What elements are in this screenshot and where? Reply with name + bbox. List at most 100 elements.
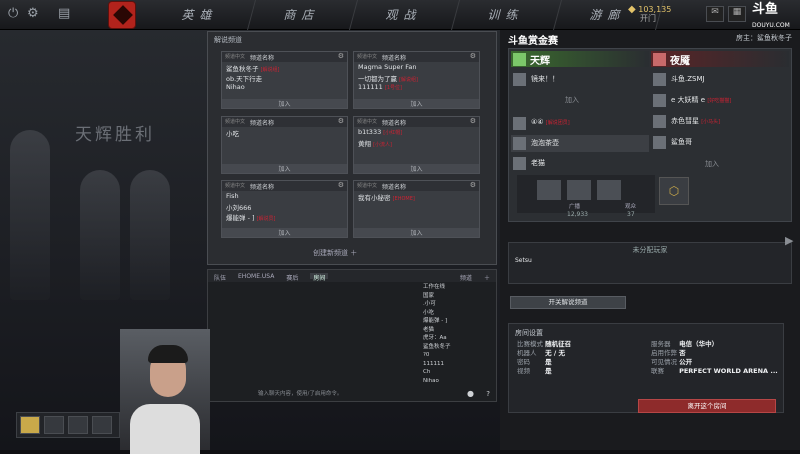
chevron-right-icon[interactable]: ▶ bbox=[785, 234, 793, 247]
dire-header: 夜魇 bbox=[651, 51, 789, 67]
channel-member: b1t333 [小红帽] bbox=[358, 128, 403, 136]
tab-room[interactable]: 房间 bbox=[310, 273, 329, 282]
channel-member: 小吃 bbox=[226, 130, 239, 138]
nav-store[interactable]: 商店 bbox=[247, 0, 359, 30]
join-dire[interactable]: 加入 bbox=[705, 159, 719, 169]
gear-icon[interactable]: ⚙ bbox=[338, 52, 344, 60]
settings-left: 比赛模式 随机征召 机器人 无 / 无 密码 是 视频 是 bbox=[517, 340, 572, 375]
player-slot[interactable]: e 大妖精 e [好吃猫猫] bbox=[651, 92, 789, 109]
spectator-count: 37 bbox=[627, 211, 635, 218]
gear-icon[interactable]: ⚙ bbox=[338, 181, 344, 189]
slot-icon[interactable] bbox=[92, 416, 112, 434]
channel-member: 一切都为了赢 [解说组] bbox=[358, 75, 418, 83]
create-channel-button[interactable]: 创建新频道 ＋ bbox=[313, 248, 357, 258]
join-button[interactable]: 加入 bbox=[354, 164, 479, 173]
tab-ehome[interactable]: EHOME.USA bbox=[238, 273, 274, 280]
join-button[interactable]: 加入 bbox=[354, 99, 479, 108]
slot-icon[interactable] bbox=[567, 180, 591, 200]
help-icon[interactable]: ? bbox=[486, 390, 490, 398]
list-item: 虎牙：Aa bbox=[423, 335, 447, 341]
channel-member: 爆能弹 - ] [解说员] bbox=[226, 214, 276, 222]
join-radiant[interactable]: 加入 bbox=[565, 95, 579, 105]
gear-icon[interactable]: ⚙ bbox=[338, 117, 344, 125]
player-slot[interactable]: Setsu bbox=[515, 257, 532, 264]
power-icon[interactable]: ⏻ bbox=[8, 6, 18, 21]
player-slot[interactable]: 老猫 bbox=[511, 155, 649, 172]
channel-member: 111111 [1号位] bbox=[358, 83, 402, 91]
emoji-icon[interactable]: ● bbox=[467, 389, 474, 398]
channel-card: 频道中文 频道名称 ⚙ 小吃 加入 bbox=[221, 116, 348, 174]
channel-member: Nihao bbox=[226, 83, 245, 91]
list-item: Ch bbox=[423, 369, 431, 375]
gear-icon[interactable]: ⚙ bbox=[470, 181, 476, 189]
list-item: 工作在线 bbox=[423, 284, 446, 290]
slot-icon[interactable] bbox=[597, 180, 621, 200]
lobby-panel: 斗鱼赏金赛 房主：鲨鱼秋冬子 天辉 夜魇 镜来！！ 加入 ④④ [解说团员] 泡… bbox=[500, 30, 800, 450]
player-slot[interactable]: 赤色彗星 [小马头] bbox=[651, 113, 789, 130]
chat-tabs: 队伍 EHOME.USA 赛后 房间 频道 ＋ bbox=[208, 270, 496, 282]
join-button[interactable]: 加入 bbox=[222, 164, 347, 173]
channel-card: 频道中文 频道名称 ⚙ Fish 小刘666 爆能弹 - ] [解说员] 加入 bbox=[221, 180, 348, 238]
channel-member: 鲨鱼秋冬子 [解说组] bbox=[226, 65, 280, 73]
channel-member: ob.天下行走 bbox=[226, 75, 263, 83]
tab-team[interactable]: 队伍 bbox=[214, 273, 226, 282]
add-icon[interactable]: ＋ bbox=[484, 273, 490, 282]
streamer-body bbox=[130, 404, 200, 454]
nav-learn[interactable]: 训练 bbox=[451, 0, 563, 30]
nav-watch[interactable]: 观战 bbox=[349, 0, 461, 30]
slot-icon[interactable] bbox=[68, 416, 88, 434]
hero-figure bbox=[80, 170, 120, 300]
list-item: Nihao bbox=[423, 377, 439, 384]
gear-icon[interactable]: ⚙ bbox=[470, 117, 476, 125]
list-item: 国家 bbox=[423, 292, 435, 299]
channel-member: Magma Super Fan bbox=[358, 63, 417, 71]
settings-right: 服务器 电信（华中） 启用作弊 否 可见情况 公开 联赛 PERFECT WOR… bbox=[651, 340, 778, 375]
lobby-title: 斗鱼赏金赛 bbox=[508, 36, 558, 47]
radiant-header: 天辉 bbox=[511, 51, 649, 67]
list-item: 爆能弹 - ] bbox=[423, 318, 448, 324]
list-item: 老猫 bbox=[423, 326, 435, 333]
dota-logo[interactable] bbox=[108, 1, 136, 29]
dire-icon bbox=[653, 53, 666, 66]
player-slot[interactable]: 斗鱼.ZSMJ bbox=[651, 71, 789, 88]
streamer-hair bbox=[148, 345, 188, 363]
mail-icon[interactable]: ✉ bbox=[706, 6, 724, 22]
lobby-owner: 房主：鲨鱼秋冬子 bbox=[736, 34, 792, 42]
leave-room-button[interactable]: 离开这个房间 bbox=[638, 399, 776, 413]
channel-member: 黄翔 [小流人] bbox=[358, 140, 392, 148]
join-button[interactable]: 加入 bbox=[222, 228, 347, 237]
player-slot[interactable]: 镜来！！ bbox=[511, 71, 649, 88]
toggle-broadcast-button[interactable]: 开关解说频道 bbox=[510, 296, 626, 309]
minimap-tray bbox=[16, 412, 120, 438]
menu-icon[interactable]: ▤ bbox=[58, 6, 70, 21]
nav-heroes[interactable]: 英雄 bbox=[145, 0, 257, 30]
channel-card: 频道中文 频道名称 ⚙ b1t333 [小红帽] 黄翔 [小流人] 加入 bbox=[353, 116, 480, 174]
player-slot[interactable]: 鲨鱼哥 bbox=[651, 134, 789, 151]
streamer-webcam bbox=[120, 329, 210, 454]
join-button[interactable]: 加入 bbox=[222, 99, 347, 108]
slot-icon[interactable] bbox=[44, 416, 64, 434]
avatar[interactable] bbox=[20, 416, 40, 434]
chat-input[interactable]: 输入聊天内容，使用/了启用命令。 bbox=[258, 389, 342, 397]
tab-channels[interactable]: 频道 bbox=[460, 273, 472, 282]
douyu-watermark: 斗鱼 DOUYU.COM bbox=[752, 2, 790, 29]
channel-member: 小刘666 bbox=[226, 204, 252, 212]
victory-banner: 天辉胜利 bbox=[75, 125, 155, 145]
list-item: 鲨鱼秋冬子 bbox=[423, 343, 451, 350]
slot-icon[interactable] bbox=[537, 180, 561, 200]
join-button[interactable]: 加入 bbox=[354, 228, 479, 237]
list-item: 111111 bbox=[423, 360, 444, 367]
hero-figure bbox=[10, 130, 50, 300]
panel-title: 解说频道 bbox=[214, 36, 242, 44]
coach-slot-icon[interactable]: ⬡ bbox=[659, 177, 689, 205]
chat-player-list: 工作在线 国家 .小可 小吃 爆能弹 - ] 老猫 虎牙：Aa 鲨鱼秋冬子 ?0… bbox=[423, 283, 491, 388]
tab-postgame[interactable]: 赛后 bbox=[286, 273, 298, 282]
gear-icon[interactable]: ⚙ bbox=[470, 52, 476, 60]
gear-icon[interactable]: ⚙ bbox=[27, 6, 39, 21]
player-slot[interactable]: ④④ [解说团员] bbox=[511, 115, 649, 132]
player-slot[interactable]: 泡泡茶壶 bbox=[511, 135, 649, 152]
friends-icon[interactable]: ▦ bbox=[728, 6, 746, 22]
top-bar: ⏻ ⚙ ▤ 英雄 商店 观战 训练 游廊 ◆ 103,135 开门 ✉ ▦ 斗鱼 D… bbox=[0, 0, 800, 30]
list-item: 小吃 bbox=[423, 309, 435, 316]
broadcast-count: 12,933 bbox=[567, 211, 588, 218]
